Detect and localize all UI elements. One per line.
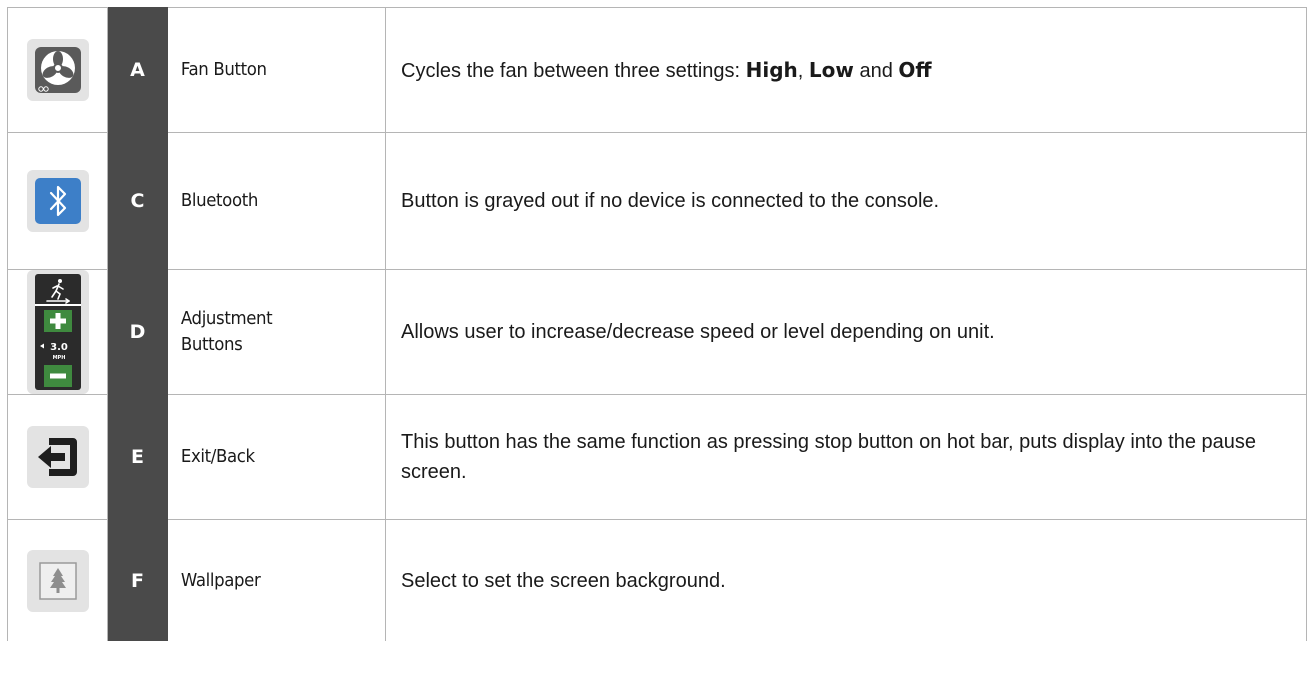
- table-row: C Bluetooth Button is grayed out if no d…: [7, 132, 1307, 270]
- button-name: Bluetooth: [180, 190, 258, 211]
- row-letter: C: [130, 190, 145, 212]
- button-reference-table: A Fan Button Cycles the fan between thre…: [7, 7, 1307, 641]
- row-letter: A: [130, 59, 145, 81]
- row-letter: E: [131, 446, 144, 468]
- button-name: Wallpaper: [180, 569, 261, 591]
- svg-text:MPH: MPH: [52, 355, 65, 361]
- fan-icon: [26, 39, 89, 101]
- button-description: Cycles the fan between three settings: H…: [401, 57, 932, 82]
- row-letter: F: [131, 569, 144, 592]
- exit-icon: [26, 426, 89, 488]
- adjustment-buttons-icon: 3.0 MPH: [26, 270, 89, 394]
- table-row: F Wallpaper Select to set the screen bac…: [7, 519, 1307, 641]
- button-description: This button has the same function as pre…: [401, 431, 1256, 483]
- button-name: Adjustment Buttons: [180, 308, 273, 355]
- row-letter: D: [129, 321, 146, 343]
- button-name: Fan Button: [180, 59, 267, 80]
- button-name: Exit/Back: [180, 446, 255, 467]
- svg-text:3.0: 3.0: [50, 342, 68, 353]
- button-description: Button is grayed out if no device is con…: [401, 190, 940, 212]
- button-description: Allows user to increase/decrease speed o…: [401, 321, 995, 343]
- button-description: Select to set the screen background.: [401, 569, 726, 592]
- wallpaper-tree-icon: [26, 549, 89, 612]
- bluetooth-icon: [26, 170, 89, 232]
- table-row: 3.0 MPH D Adjustment Buttons Allows user …: [7, 269, 1307, 395]
- table-row: A Fan Button Cycles the fan between thre…: [7, 7, 1307, 133]
- table-row: E Exit/Back This button has the same fun…: [7, 394, 1307, 520]
